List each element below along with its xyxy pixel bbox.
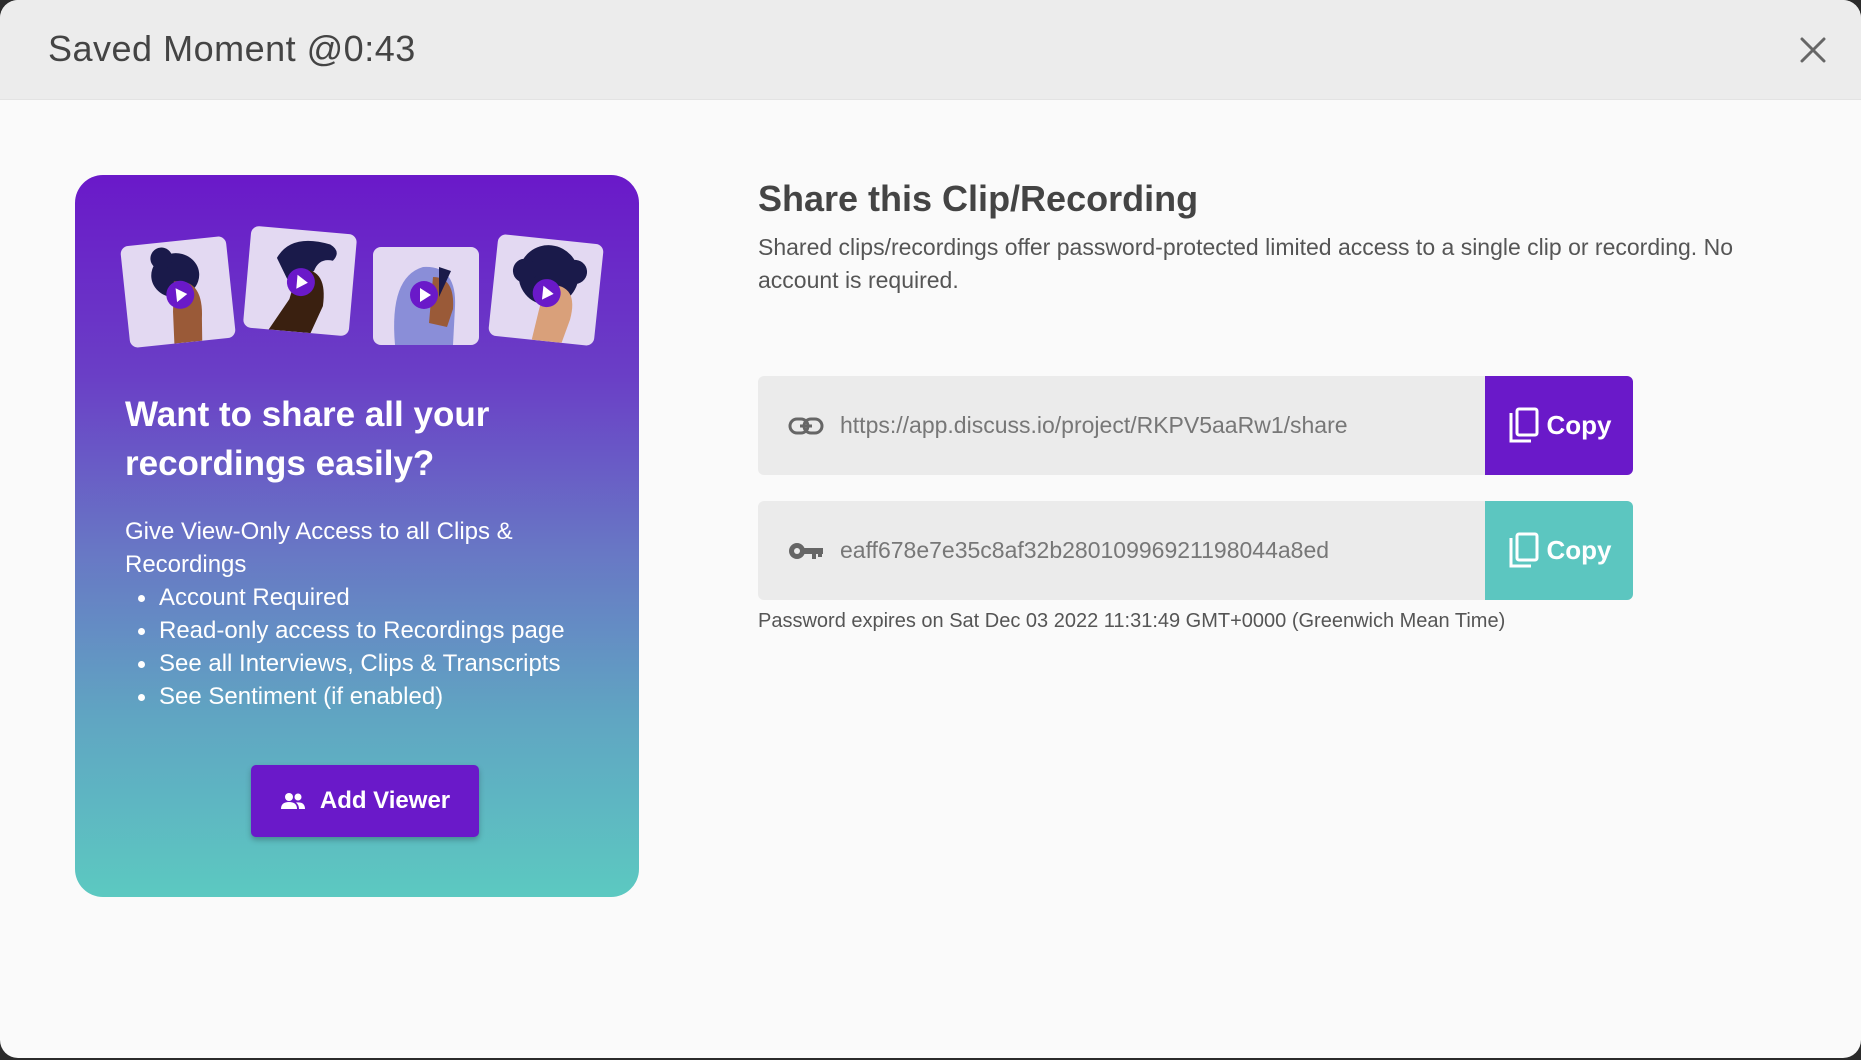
- copy-link-button[interactable]: Copy: [1485, 376, 1633, 475]
- copy-label: Copy: [1546, 535, 1612, 565]
- share-password-input[interactable]: [840, 501, 1480, 600]
- saved-moment-modal: Saved Moment @0:43 Want to share all you…: [0, 0, 1861, 1058]
- password-expiry-note: Password expires on Sat Dec 03 2022 11:3…: [758, 610, 1506, 632]
- share-description: Shared clips/recordings offer password-p…: [758, 234, 1733, 293]
- share-link-field: Copy: [758, 376, 1633, 475]
- list-item: See Sentiment (if enabled): [125, 680, 615, 713]
- share-title: Share this Clip/Recording: [758, 178, 1199, 219]
- add-viewer-label: Add Viewer: [319, 787, 451, 814]
- close-icon: [1800, 37, 1826, 63]
- add-viewer-button[interactable]: Add Viewer: [251, 765, 479, 837]
- key-icon: [788, 533, 824, 569]
- link-icon: [788, 408, 824, 444]
- share-link-input[interactable]: [840, 376, 1480, 475]
- avatar-illustration: [242, 225, 358, 337]
- close-button[interactable]: [1793, 30, 1833, 70]
- avatar-illustration: [487, 233, 605, 347]
- avatar-illustration: [119, 235, 237, 349]
- promo-heading: Want to share all your recordings easily…: [125, 395, 490, 483]
- promo-intro: Give View-Only Access to all Clips & Rec…: [125, 518, 513, 578]
- copy-icon: [1509, 532, 1538, 567]
- avatar-illustration: [373, 247, 479, 345]
- promo-bullet-list: Account Required Read-only access to Rec…: [125, 581, 615, 713]
- people-icon: [280, 793, 305, 809]
- copy-icon: [1509, 407, 1538, 442]
- copy-label: Copy: [1546, 410, 1612, 440]
- share-password-field: Copy: [758, 501, 1633, 600]
- list-item: See all Interviews, Clips & Transcripts: [125, 647, 615, 680]
- list-item: Account Required: [125, 581, 615, 614]
- list-item: Read-only access to Recordings page: [125, 614, 615, 647]
- promo-card: Want to share all your recordings easily…: [75, 175, 639, 897]
- copy-password-button[interactable]: Copy: [1485, 501, 1633, 600]
- modal-header: Saved Moment @0:43: [0, 0, 1861, 100]
- modal-title: Saved Moment @0:43: [48, 28, 416, 69]
